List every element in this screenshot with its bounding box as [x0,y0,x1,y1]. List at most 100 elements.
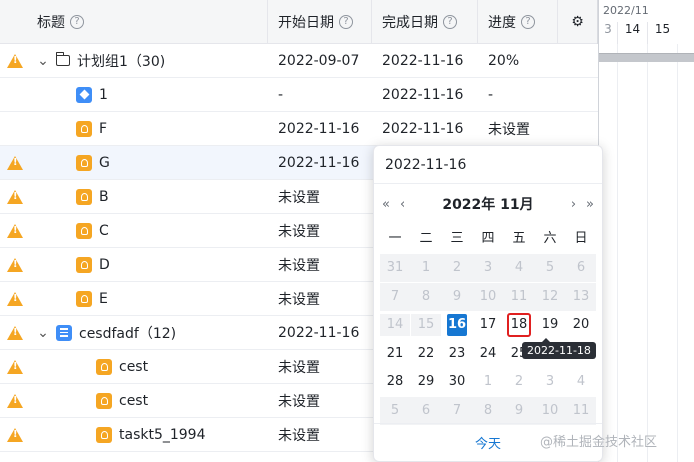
row-warn-cell [0,427,30,442]
calendar-day: 7 [390,288,400,304]
calendar-day: 11 [572,402,590,418]
row-warn-cell [0,359,30,374]
weekday-header: 一二三四五六日 [380,224,596,254]
calendar-day: 3 [545,374,555,389]
date-picker-popup: 2022-11-16 « ‹ 2022年 11月 › » 一二三四五六日 3 1 1… [373,145,603,462]
date-tooltip: 2022-11-18 [522,338,596,359]
bulb-icon [96,392,112,409]
row-end-date[interactable]: 2022-11-16 [372,87,478,103]
row-start-date[interactable]: 未设置 [268,425,372,445]
bulb-icon [76,154,92,171]
warning-icon [7,427,23,442]
row-title-cell[interactable]: E [30,290,268,307]
calendar-day[interactable]: 28 [380,371,410,393]
calendar-day: 9 [514,402,524,418]
milestone-icon [76,86,92,103]
row-start-date[interactable]: 2022-09-07 [268,53,372,69]
row-title-cell[interactable]: taskt5_1994 [30,426,268,443]
calendar-day: 5 [545,260,555,275]
question-circle-icon[interactable]: ? [339,15,353,29]
row-start-date[interactable]: 未设置 [268,391,372,411]
header-title[interactable]: 标题 ? [30,0,268,44]
row-start-date[interactable]: 2022-11-16 [268,325,372,341]
row-start-date[interactable]: 2022-11-16 [268,121,372,137]
calendar-day[interactable]: 18 [507,313,531,337]
calendar-week: 5 6 7 8 9 10 11 [380,396,596,425]
row-start-date[interactable]: 未设置 [268,357,372,377]
calendar-day[interactable]: 19 [535,314,565,336]
row-title-text: taskt5_1994 [119,426,206,443]
gantt-day: 15 [647,22,677,44]
row-title-cell[interactable]: B [30,188,268,205]
row-title-text: 计划组1（30) [77,53,166,70]
gantt-gridline [617,44,618,462]
bulb-icon [76,120,92,137]
row-title-cell[interactable]: 1 [30,86,268,103]
row-progress[interactable]: - [478,87,598,103]
calendar-day[interactable]: 23 [442,343,472,365]
date-picker-month-title: 2022年 11月 [442,197,534,213]
row-start-date[interactable]: 未设置 [268,255,372,275]
row-warn-cell [0,223,30,238]
header-start-date[interactable]: 开始日期 ? [268,0,372,44]
calendar-day[interactable]: 20 [566,314,596,336]
watermark: @稀土掘金技术社区 [540,435,658,450]
calendar-day[interactable]: 21 [380,343,410,365]
row-warn-cell [0,257,30,272]
gantt-day-header: 3 14 15 [599,22,694,44]
row-start-date[interactable]: 2022-11-16 [268,155,372,171]
row-title-cell[interactable]: ⌄ cesdfadf（12) [30,323,268,343]
row-title-cell[interactable]: C [30,222,268,239]
prev-year-button[interactable]: « [382,197,390,212]
gantt-group-bar[interactable] [599,53,694,62]
row-end-date[interactable]: 2022-11-16 [372,53,478,69]
calendar-week: 7 8 9 10 11 12 13 [380,282,596,311]
weekday-label: 五 [512,231,526,246]
table-row[interactable]: F 2022-11-16 2022-11-16 未设置 [0,112,598,146]
table-row[interactable]: 1 -2022-11-16- [0,78,598,112]
header-progress-label: 进度 [488,15,516,31]
question-circle-icon[interactable]: ? [443,15,457,29]
row-title-cell[interactable]: G [30,154,268,171]
row-title-text: D [99,256,110,273]
row-title-cell[interactable]: ⌄ 计划组1（30) [30,51,268,71]
row-title-cell[interactable]: cest [30,392,268,409]
row-start-date[interactable]: 未设置 [268,289,372,309]
bulb-icon [76,256,92,273]
row-title-cell[interactable]: D [30,256,268,273]
calendar-day[interactable]: 29 [411,371,441,393]
row-warn-cell [0,393,30,408]
row-warn-cell [0,53,30,68]
next-year-button[interactable]: » [586,197,594,212]
chevron-down-icon[interactable]: ⌄ [36,326,50,340]
date-picker-input[interactable]: 2022-11-16 [374,146,602,184]
row-end-date[interactable]: 2022-11-16 [372,121,478,137]
row-start-date[interactable]: - [268,87,372,103]
prev-month-button[interactable]: ‹ [400,197,405,212]
calendar-day[interactable]: 30 [442,371,472,393]
row-title-text: C [99,222,109,239]
header-start-label: 开始日期 [278,15,334,31]
chevron-down-icon[interactable]: ⌄ [36,54,50,68]
calendar-day: 9 [452,288,462,304]
table-row[interactable]: ⌄ 计划组1（30) 2022-09-072022-11-1620% [0,44,598,78]
calendar-day[interactable]: 22 [411,343,441,365]
row-progress[interactable]: 20% [478,53,598,69]
next-month-button[interactable]: › [571,197,576,212]
question-circle-icon[interactable]: ? [521,15,535,29]
calendar-day[interactable]: 17 [473,314,503,336]
row-title-cell[interactable]: cest [30,358,268,375]
row-progress[interactable]: 未设置 [478,119,598,139]
list-icon [56,324,72,341]
header-progress[interactable]: 进度 ? [478,0,558,44]
gear-icon[interactable]: ⚙ [558,0,598,44]
calendar-day: 5 [390,402,400,418]
row-start-date[interactable]: 未设置 [268,221,372,241]
row-title-text: G [99,154,110,171]
header-end-date[interactable]: 完成日期 ? [372,0,478,44]
row-start-date[interactable]: 未设置 [268,187,372,207]
question-circle-icon[interactable]: ? [70,15,84,29]
calendar-day[interactable]: 24 [473,343,503,365]
calendar-day[interactable]: 16 [447,314,467,336]
row-title-cell[interactable]: F [30,120,268,137]
